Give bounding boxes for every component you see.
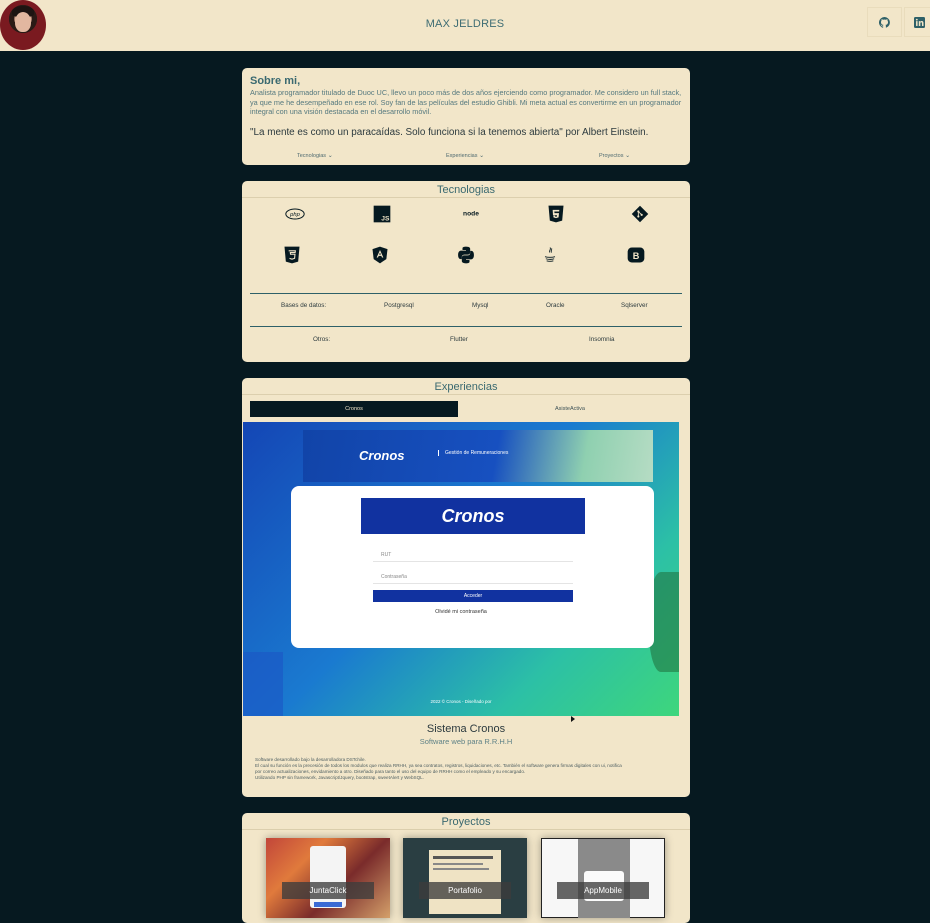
divider xyxy=(242,829,690,830)
db-postgresql: Postgresql xyxy=(384,302,414,309)
linkedin-icon xyxy=(913,16,925,28)
svg-text:node: node xyxy=(463,211,479,218)
decoration xyxy=(243,652,283,716)
nodejs-icon: node xyxy=(459,203,483,225)
svg-text:JS: JS xyxy=(381,216,390,223)
about-heading: Sobre mi, xyxy=(250,75,301,87)
project-label: JuntaClick xyxy=(282,882,374,899)
html5-icon xyxy=(545,203,567,225)
project-thumbnail xyxy=(266,838,390,918)
db-sqlserver: Sqlserver xyxy=(621,302,648,309)
link-experiencias[interactable]: Experiencias xyxy=(446,152,484,159)
db-oracle: Oracle xyxy=(546,302,565,309)
project-card-juntaclick[interactable]: JuntaClick xyxy=(266,838,390,918)
php-icon: php xyxy=(284,203,306,225)
divider xyxy=(250,293,682,294)
rut-field: RUT xyxy=(373,546,573,562)
project-card-portafolio[interactable]: Portafolio xyxy=(403,838,527,918)
projects-card: Proyectos JuntaClick Portafolio AppMobil… xyxy=(242,813,690,923)
divider xyxy=(242,197,690,198)
experience-card: Experiencias Cronos AsisteActiva Cronos … xyxy=(242,378,690,797)
db-mysql: Mysql xyxy=(472,302,489,309)
project-card-appmobile[interactable]: AppMobile xyxy=(541,838,665,918)
login-logo: Cronos xyxy=(361,498,585,534)
page-title: MAX JELDRES xyxy=(425,18,505,30)
github-icon xyxy=(879,16,890,28)
cronos-screenshot: Cronos Gestión de Remuneraciones Cronos … xyxy=(243,422,679,716)
about-card: Sobre mi, Analista programador titulado … xyxy=(242,68,690,165)
project-thumbnail xyxy=(403,838,527,918)
other-flutter: Flutter xyxy=(450,336,468,343)
tab-asisteactiva[interactable]: AsisteActiva xyxy=(458,401,682,417)
section-links: Tecnologias Experiencias Proyectos xyxy=(242,152,690,162)
cronos-footer: 2022 © Cronos - Diseñado por xyxy=(430,699,492,704)
java-icon xyxy=(539,244,561,266)
python-icon xyxy=(455,244,477,266)
svg-text:B: B xyxy=(633,251,640,261)
css3-icon xyxy=(281,244,303,266)
about-bio: Analista programador titulado de Duoc UC… xyxy=(250,88,682,116)
about-quote: "La mente es como un paracaídas. Solo fu… xyxy=(250,127,649,138)
cronos-logo: Cronos xyxy=(359,448,405,463)
system-title: Sistema Cronos xyxy=(426,723,506,735)
github-button[interactable] xyxy=(867,7,902,37)
svg-text:php: php xyxy=(289,212,300,218)
projects-title: Proyectos xyxy=(441,816,491,828)
tab-cronos[interactable]: Cronos xyxy=(250,401,458,417)
project-thumbnail xyxy=(541,838,665,918)
login-button: Acceder xyxy=(373,590,573,602)
password-field: Contraseña xyxy=(373,568,573,584)
cronos-banner: Cronos Gestión de Remuneraciones xyxy=(303,430,653,482)
tech-card: Tecnologias php JS node B Bases de datos… xyxy=(242,181,690,362)
others-label: Otros: xyxy=(313,336,331,343)
cronos-tagline: Gestión de Remuneraciones xyxy=(438,450,508,456)
experience-title: Experiencias xyxy=(434,381,498,393)
link-tecnologias[interactable]: Tecnologias xyxy=(297,152,333,159)
divider xyxy=(250,326,682,327)
databases-label: Bases de datos: xyxy=(281,302,327,309)
linkedin-button[interactable] xyxy=(904,7,930,37)
project-label: AppMobile xyxy=(557,882,649,899)
git-icon xyxy=(629,203,651,225)
project-label: Portafolio xyxy=(419,882,511,899)
system-description: Software desarrollado bajo la desarrolla… xyxy=(255,757,680,781)
forgot-password-link: Olvidé mi contraseña xyxy=(435,609,487,615)
other-insomnia: Insomnia xyxy=(589,336,615,343)
tech-title: Tecnologias xyxy=(436,184,496,196)
divider xyxy=(242,394,690,395)
navbar: MAX JELDRES xyxy=(0,0,930,51)
description-line: Utilizando PHP sin framework, Javascript… xyxy=(255,775,425,781)
system-subtitle: Software web para R.R.H.H xyxy=(419,737,513,746)
carousel-next-icon[interactable] xyxy=(571,716,575,722)
angular-icon xyxy=(369,244,391,266)
javascript-icon: JS xyxy=(371,203,393,225)
bootstrap-icon: B xyxy=(625,244,647,266)
link-proyectos[interactable]: Proyectos xyxy=(599,152,630,159)
